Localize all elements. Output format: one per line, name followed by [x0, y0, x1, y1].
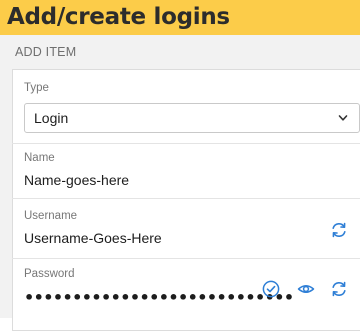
header-banner: Add/create logins	[0, 0, 360, 35]
password-label: Password	[24, 268, 75, 280]
username-label: Username	[24, 210, 78, 222]
refresh-icon[interactable]	[329, 220, 349, 240]
page-title: Add/create logins	[7, 4, 230, 30]
password-field[interactable]: ••••••••••••••••••••••••••••	[24, 290, 294, 306]
chevron-down-icon	[338, 115, 348, 121]
divider	[12, 258, 360, 259]
eye-icon[interactable]	[296, 279, 316, 299]
name-field[interactable]: Name-goes-here	[24, 172, 129, 188]
type-label: Type	[24, 82, 49, 94]
refresh-icon[interactable]	[329, 279, 349, 299]
type-select[interactable]: Login	[24, 103, 360, 133]
username-field[interactable]: Username-Goes-Here	[24, 230, 162, 246]
type-select-value: Login	[34, 110, 69, 126]
section-header: ADD ITEM	[15, 45, 77, 59]
check-circle-icon[interactable]	[261, 279, 281, 299]
name-label: Name	[24, 152, 55, 164]
divider	[12, 198, 360, 199]
divider	[12, 143, 360, 144]
